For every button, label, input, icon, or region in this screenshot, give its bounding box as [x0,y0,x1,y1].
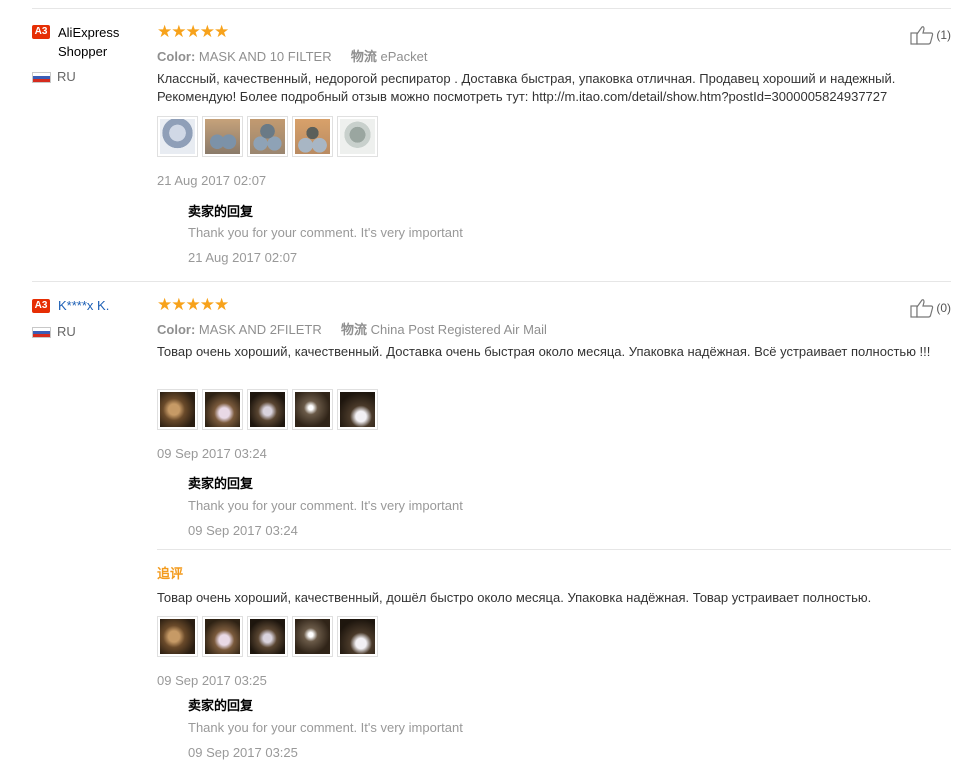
order-info: Color: MASK AND 2FILETR 物流 China Post Re… [157,319,547,338]
seller-reply-date: 09 Sep 2017 03:24 [188,523,298,538]
review-photos [157,389,378,430]
review-photo[interactable] [337,116,378,157]
shipping-label: 物流 [350,49,377,64]
followup-divider [157,549,951,550]
russia-flag-icon [32,72,51,83]
seller-reply-text: Thank you for your comment. It's very im… [188,720,463,735]
review-photo[interactable] [202,389,243,430]
review-date: 21 Aug 2017 02:07 [157,173,267,188]
reviewer-name-link[interactable]: K****x K. [58,296,109,315]
color-label: Color: [157,322,196,337]
review-photo[interactable] [292,389,333,430]
seller-reply-title: 卖家的回复 [188,698,254,713]
review-photo[interactable] [247,116,288,157]
review-photo[interactable] [337,616,378,657]
review-photos [157,116,378,157]
review-photo[interactable] [247,616,288,657]
star-rating: ★★★★★ [157,22,229,41]
reviewer-country: RU [57,69,76,84]
review-text: Классный, качественный, недорогой респир… [157,71,896,104]
seller-reply-text: Thank you for your comment. It's very im… [188,498,463,513]
helpful-count: (1) [936,28,951,42]
color-value: MASK AND 2FILETR [198,322,322,337]
color-label: Color: [157,49,196,64]
russia-flag-icon [32,327,51,338]
review-photo[interactable] [157,116,198,157]
followup-date: 09 Sep 2017 03:25 [157,673,267,688]
seller-reply-text: Thank you for your comment. It's very im… [188,225,463,240]
review-photo[interactable] [337,389,378,430]
review-photo[interactable] [247,389,288,430]
review-photo[interactable] [292,116,333,157]
review-text: Товар очень хороший, качественный. Доста… [157,344,931,359]
followup-photos [157,616,378,657]
thumbs-up-icon [910,26,934,45]
star-rating: ★★★★★ [157,295,229,314]
order-info: Color: MASK AND 10 FILTER 物流 ePacket [157,46,427,65]
reviewer-country: RU [57,324,76,339]
buyer-level-badge: A3 [32,299,50,313]
shipping-value: China Post Registered Air Mail [370,322,547,337]
seller-reply-title: 卖家的回复 [188,204,254,219]
color-value: MASK AND 10 FILTER [198,49,332,64]
helpful-count: (0) [936,301,951,315]
helpful-button[interactable]: (1) [910,25,951,45]
followup-text: Товар очень хороший, качественный, дошёл… [157,590,872,605]
review-photo[interactable] [202,116,243,157]
thumbs-up-icon [910,299,934,318]
review-photo[interactable] [157,389,198,430]
review-photo[interactable] [202,616,243,657]
review-date: 09 Sep 2017 03:24 [157,446,267,461]
seller-reply-date: 09 Sep 2017 03:25 [188,745,298,760]
review-item: A3 K****x K. RU ★★★★★ Color: MASK AND 2F… [0,282,979,761]
review-photo[interactable] [292,616,333,657]
shipping-value: ePacket [380,49,428,64]
buyer-level-badge: A3 [32,25,50,39]
review-photo[interactable] [157,616,198,657]
shipping-label: 物流 [340,322,367,337]
seller-reply-date: 21 Aug 2017 02:07 [188,250,298,265]
followup-label: 追评 [157,566,184,581]
seller-reply-title: 卖家的回复 [188,476,254,491]
helpful-button[interactable]: (0) [910,298,951,318]
review-item: A3 AliExpress Shopper RU ★★★★★ Color: MA… [0,0,979,280]
reviewer-name: AliExpress Shopper [58,25,120,59]
